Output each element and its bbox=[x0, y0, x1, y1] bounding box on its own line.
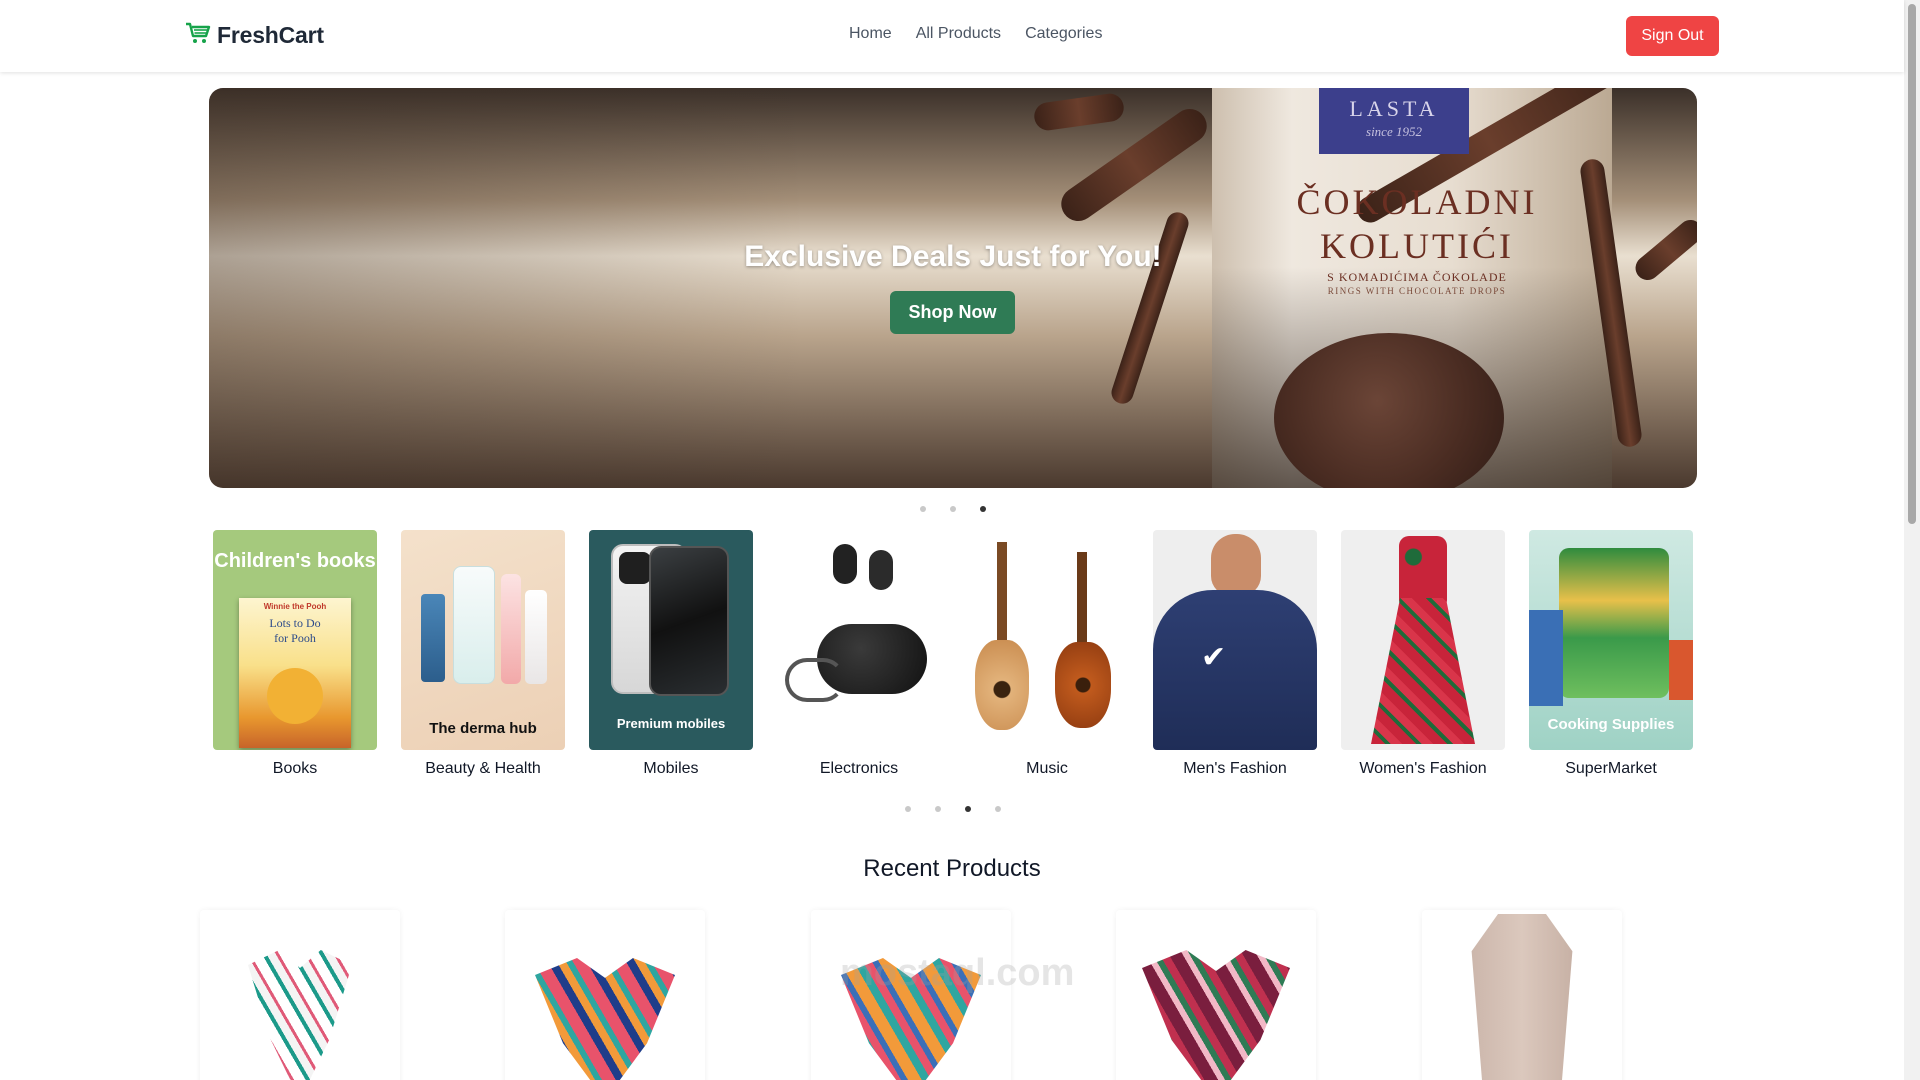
book-cover-image: Winnie the Pooh Lots to Do for Pooh bbox=[239, 598, 351, 748]
hero-pagination bbox=[920, 506, 986, 512]
book-title: Lots to Do for Pooh bbox=[269, 616, 321, 645]
nav-all-products[interactable]: All Products bbox=[916, 25, 1001, 43]
category-name[interactable]: Electronics bbox=[757, 760, 961, 778]
category-caption: Premium mobiles bbox=[616, 716, 726, 731]
package-brand: LASTA bbox=[1349, 96, 1439, 121]
product-card[interactable] bbox=[1116, 910, 1316, 1080]
category-card-beauty[interactable]: The derma hub Beauty & Health bbox=[401, 530, 565, 777]
category-dot-4[interactable] bbox=[995, 806, 1001, 812]
category-image[interactable]: The derma hub bbox=[401, 530, 565, 750]
dress-bodice bbox=[1399, 536, 1447, 606]
category-name[interactable]: Men's Fashion bbox=[1133, 760, 1337, 778]
pooh-illustration bbox=[267, 668, 323, 724]
recent-products-title: Recent Products bbox=[863, 855, 1041, 882]
earbud-left bbox=[833, 544, 857, 584]
nav-categories[interactable]: Categories bbox=[1025, 25, 1102, 43]
case-strap bbox=[785, 658, 845, 702]
pink-bottle bbox=[501, 574, 521, 684]
category-name[interactable]: Books bbox=[193, 760, 397, 778]
model-head bbox=[1211, 534, 1261, 596]
category-name[interactable]: Music bbox=[945, 760, 1149, 778]
sauce-pack bbox=[1669, 640, 1693, 700]
category-name[interactable]: SuperMarket bbox=[1509, 760, 1713, 778]
serum-bottle bbox=[421, 594, 445, 682]
main-nav: Home All Products Categories bbox=[849, 25, 1102, 43]
nav-home[interactable]: Home bbox=[849, 25, 892, 43]
package-subtitle-en: RINGS WITH CHOCOLATE DROPS bbox=[1327, 286, 1507, 296]
category-card-supermarket[interactable]: Cooking Supplies SuperMarket bbox=[1529, 530, 1693, 777]
category-dot-1[interactable] bbox=[905, 806, 911, 812]
watermark: mostaql.com bbox=[840, 952, 1075, 994]
hero-dot-1[interactable] bbox=[920, 506, 926, 512]
guitar-neck bbox=[997, 542, 1007, 652]
product-card[interactable] bbox=[200, 910, 400, 1080]
hero-slider[interactable]: LASTA since 1952 ČOKOLADNI KOLUTIĆI S KO… bbox=[209, 88, 1697, 488]
navy-hoodie: ✔ bbox=[1153, 590, 1317, 750]
category-caption: The derma hub bbox=[429, 720, 537, 737]
category-name[interactable]: Beauty & Health bbox=[381, 760, 585, 778]
category-caption: Cooking Supplies bbox=[1547, 716, 1675, 733]
hero-title: Exclusive Deals Just for You! bbox=[744, 240, 1162, 273]
hero-dot-2[interactable] bbox=[950, 506, 956, 512]
pasta-pack bbox=[1529, 610, 1563, 706]
product-card[interactable] bbox=[1422, 910, 1622, 1080]
category-image[interactable] bbox=[777, 530, 941, 750]
category-caption: Children's books bbox=[214, 550, 376, 572]
category-image[interactable] bbox=[1341, 530, 1505, 750]
milk-powder-can bbox=[1559, 548, 1669, 698]
scarf-image bbox=[535, 958, 675, 1080]
package-product-line1: ČOKOLADNI bbox=[1296, 182, 1538, 222]
acoustic-guitar bbox=[975, 640, 1029, 730]
category-image[interactable]: Children's books Winnie the Pooh Lots to… bbox=[213, 530, 377, 750]
cream-tube bbox=[525, 590, 547, 684]
brand-name: FreshCart bbox=[217, 22, 324, 48]
iphone-front-image bbox=[649, 546, 729, 696]
earbud-right bbox=[869, 550, 893, 590]
package-since: since 1952 bbox=[1366, 124, 1422, 139]
category-image[interactable]: Premium mobiles bbox=[589, 530, 753, 750]
scarf-image bbox=[1142, 950, 1290, 1080]
shop-now-button[interactable]: Shop Now bbox=[890, 291, 1015, 334]
scrollbar-thumb[interactable] bbox=[1908, 4, 1916, 524]
category-dot-2[interactable] bbox=[935, 806, 941, 812]
guitar-neck bbox=[1077, 552, 1087, 656]
category-image[interactable] bbox=[965, 530, 1129, 750]
category-card-electronics[interactable]: Electronics bbox=[777, 530, 941, 777]
category-image[interactable]: ✔ bbox=[1153, 530, 1317, 750]
navbar: FreshCart Home All Products Categories S… bbox=[0, 0, 1904, 72]
sign-out-button[interactable]: Sign Out bbox=[1626, 16, 1719, 56]
hero-dot-3[interactable] bbox=[980, 506, 986, 512]
category-card-mens-fashion[interactable]: ✔ Men's Fashion bbox=[1153, 530, 1317, 777]
category-card-womens-fashion[interactable]: Women's Fashion bbox=[1341, 530, 1505, 777]
scarf-image bbox=[1471, 914, 1573, 1080]
book-brand: Winnie the Pooh bbox=[263, 602, 327, 611]
category-image[interactable]: Cooking Supplies bbox=[1529, 530, 1693, 750]
package-brand-label: LASTA since 1952 bbox=[1319, 88, 1469, 154]
nike-logo: ✔ bbox=[1201, 641, 1227, 674]
cart-icon bbox=[185, 21, 211, 50]
category-card-books[interactable]: Children's books Winnie the Pooh Lots to… bbox=[213, 530, 377, 777]
category-card-music[interactable]: Music bbox=[965, 530, 1129, 777]
product-card[interactable] bbox=[811, 910, 1011, 1080]
page-scrollbar[interactable] bbox=[1904, 0, 1920, 1080]
category-name[interactable]: Women's Fashion bbox=[1321, 760, 1525, 778]
scarf-image bbox=[248, 950, 352, 1080]
cleanser-bottle bbox=[453, 566, 495, 684]
classical-guitar bbox=[1055, 642, 1111, 728]
category-dot-3[interactable] bbox=[965, 806, 971, 812]
category-pagination bbox=[905, 806, 1001, 812]
dress-skirt bbox=[1371, 598, 1475, 744]
category-name[interactable]: Mobiles bbox=[569, 760, 773, 778]
camera-module bbox=[619, 552, 651, 584]
product-card[interactable] bbox=[505, 910, 705, 1080]
brand-logo[interactable]: FreshCart bbox=[185, 21, 324, 50]
category-card-mobiles[interactable]: Premium mobiles Mobiles bbox=[589, 530, 753, 777]
